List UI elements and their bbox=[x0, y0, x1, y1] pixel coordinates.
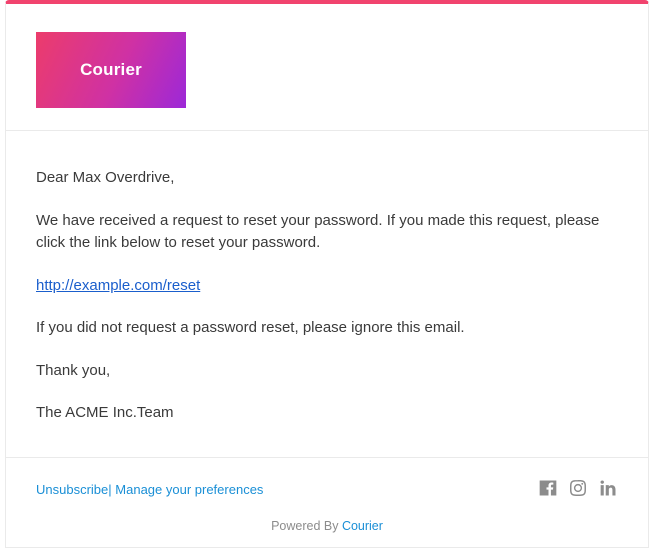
unsubscribe-link[interactable]: Unsubscribe bbox=[36, 482, 108, 497]
linkedin-icon[interactable] bbox=[598, 478, 618, 501]
footer-links: Unsubscribe| Manage your preferences bbox=[36, 482, 263, 497]
separator: | bbox=[108, 482, 111, 497]
powered-brand-link[interactable]: Courier bbox=[342, 519, 383, 533]
powered-prefix: Powered By bbox=[271, 519, 342, 533]
signature-text: The ACME Inc.Team bbox=[36, 402, 618, 425]
facebook-icon[interactable] bbox=[538, 478, 558, 501]
greeting-text: Dear Max Overdrive, bbox=[36, 167, 618, 190]
reset-link[interactable]: http://example.com/reset bbox=[36, 277, 200, 294]
email-header: Courier bbox=[6, 4, 648, 131]
intro-text: We have received a request to reset your… bbox=[36, 210, 618, 255]
brand-logo-text: Courier bbox=[80, 60, 142, 80]
thankyou-text: Thank you, bbox=[36, 360, 618, 383]
social-icons bbox=[538, 478, 618, 501]
email-card: Courier Dear Max Overdrive, We have rece… bbox=[5, 0, 649, 548]
email-footer: Unsubscribe| Manage your preferences Pow… bbox=[6, 458, 648, 547]
brand-logo: Courier bbox=[36, 32, 186, 108]
manage-preferences-link[interactable]: Manage your preferences bbox=[115, 482, 263, 497]
footer-row: Unsubscribe| Manage your preferences bbox=[36, 478, 618, 501]
instagram-icon[interactable] bbox=[568, 478, 588, 501]
email-body: Dear Max Overdrive, We have received a r… bbox=[6, 131, 648, 458]
ignore-text: If you did not request a password reset,… bbox=[36, 317, 618, 340]
powered-by: Powered By Courier bbox=[36, 519, 618, 533]
